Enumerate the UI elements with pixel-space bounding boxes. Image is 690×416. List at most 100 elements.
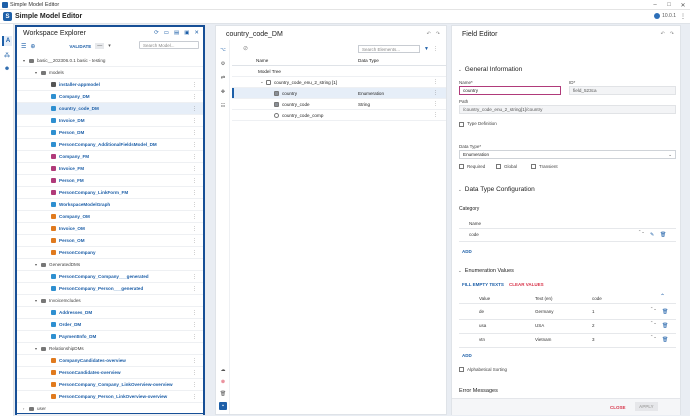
- id-input[interactable]: field_523ca: [569, 86, 676, 95]
- enum-value[interactable]: usa: [479, 323, 486, 328]
- tree-item[interactable]: ▾ RelationshipDMs: [17, 343, 203, 355]
- item-menu-icon[interactable]: ⋮: [192, 274, 197, 280]
- type-definition-checkbox[interactable]: [459, 122, 464, 127]
- maximize-icon[interactable]: □: [662, 0, 676, 10]
- forward-icon[interactable]: ↷: [436, 31, 440, 37]
- model-tree-row[interactable]: ⌄ country_code_enu_2_string [1] ⋮: [232, 77, 446, 88]
- tree-item[interactable]: PersonCompany_Company___generated ⋮: [17, 271, 203, 283]
- hierarchy-rail-button[interactable]: ⁂: [2, 50, 12, 60]
- people-rail-button[interactable]: ☻: [2, 64, 12, 74]
- row-menu-icon[interactable]: ⋮: [433, 90, 438, 96]
- enum-text[interactable]: USA: [535, 323, 544, 328]
- tree-item[interactable]: Invoice_OM ⋮: [17, 223, 203, 235]
- tree-item[interactable]: CompanyCandidates-overview ⋮: [17, 355, 203, 367]
- item-menu-icon[interactable]: ⋮: [192, 226, 197, 232]
- delete-icon[interactable]: 🗑: [662, 323, 668, 329]
- item-menu-icon[interactable]: ⋮: [192, 154, 197, 160]
- chevron-down-icon[interactable]: ▾: [35, 346, 37, 351]
- item-menu-icon[interactable]: ⋮: [192, 178, 197, 184]
- relations-icon[interactable]: ⇄: [219, 74, 227, 82]
- back-icon[interactable]: ↶: [661, 31, 665, 37]
- item-menu-icon[interactable]: ⋮: [192, 310, 197, 316]
- fill-empty-texts-button[interactable]: FILL EMPTY TEXTS: [462, 282, 504, 287]
- enum-text[interactable]: Germany: [535, 309, 554, 314]
- item-menu-icon[interactable]: ⋮: [192, 190, 197, 196]
- item-menu-icon[interactable]: ⋮: [192, 358, 197, 364]
- collapse-panel-icon[interactable]: ▣: [184, 30, 189, 36]
- cloud-icon[interactable]: ☁: [219, 366, 227, 374]
- item-menu-icon[interactable]: ⋮: [192, 250, 197, 256]
- element-menu-icon[interactable]: ⋮: [433, 46, 438, 52]
- tree-item[interactable]: ▾ InvoiceIncludes: [17, 295, 203, 307]
- item-menu-icon[interactable]: ⋮: [192, 214, 197, 220]
- tree-item[interactable]: PersonCompany_Company_LinkOverview-overv…: [17, 379, 203, 391]
- tree-item[interactable]: Invoice_FM ⋮: [17, 163, 203, 175]
- element-filter-icon[interactable]: ▼: [424, 46, 429, 52]
- save-icon[interactable]: ▪: [219, 402, 227, 410]
- list-menu-icon[interactable]: ☰: [21, 43, 26, 50]
- close-button[interactable]: CLOSE: [610, 405, 626, 410]
- element-search-input[interactable]: Search Elements...: [358, 45, 420, 53]
- item-menu-icon[interactable]: ⋮: [192, 130, 197, 136]
- tree-item[interactable]: Person_OM ⋮: [17, 235, 203, 247]
- chevron-down-icon[interactable]: ▾: [35, 298, 37, 303]
- tree-item[interactable]: country_code_DM ⋮: [17, 103, 203, 115]
- tree-item[interactable]: PersonCompany_AdditionalFieldsModel_DM ⋮: [17, 139, 203, 151]
- tree-item[interactable]: Person_DM ⋮: [17, 127, 203, 139]
- row-menu-icon[interactable]: ⋮: [433, 112, 438, 118]
- item-menu-icon[interactable]: ⋮: [192, 142, 197, 148]
- dtc-section-header[interactable]: ⌄ Data Type Configuration: [458, 186, 535, 193]
- stepper-icon[interactable]: ⌃⌄: [650, 307, 657, 311]
- forward-icon[interactable]: ↷: [670, 31, 674, 37]
- tree-item[interactable]: PaymentInfo_DM ⋮: [17, 331, 203, 343]
- explorer-rail-button[interactable]: A: [2, 36, 12, 46]
- item-menu-icon[interactable]: ⋮: [192, 286, 197, 292]
- add-category-button[interactable]: ADD: [462, 249, 472, 254]
- transient-checkbox[interactable]: [531, 164, 536, 169]
- settings-icon[interactable]: ⚙: [219, 60, 227, 68]
- tree-item[interactable]: › user: [17, 403, 203, 415]
- row-menu-icon[interactable]: ⋮: [433, 101, 438, 107]
- explorer-search-input[interactable]: Search Model...: [139, 41, 199, 49]
- tree-item[interactable]: Invoice_DM ⋮: [17, 115, 203, 127]
- enum-value[interactable]: de: [479, 309, 484, 314]
- item-menu-icon[interactable]: ⋮: [192, 82, 197, 88]
- tree-item[interactable]: PersonCompany ⋮: [17, 247, 203, 259]
- enum-code[interactable]: 3: [592, 337, 595, 342]
- close-window-icon[interactable]: ✕: [676, 0, 690, 10]
- edit-icon[interactable]: ✎: [650, 232, 654, 238]
- open-icon[interactable]: ▤: [174, 30, 179, 36]
- app-menu-icon[interactable]: ⋮: [680, 13, 686, 20]
- tree-item[interactable]: PersonCompany_LinkForm_FM ⋮: [17, 187, 203, 199]
- enum-code[interactable]: 2: [592, 323, 595, 328]
- chevron-down-icon[interactable]: ⌄: [260, 79, 264, 85]
- model-tree-row[interactable]: country_code String ⋮: [232, 99, 446, 110]
- close-panel-icon[interactable]: ✕: [194, 30, 199, 36]
- item-menu-icon[interactable]: ⋮: [192, 202, 197, 208]
- tree-item[interactable]: PersonCompany_Person___generated ⋮: [17, 283, 203, 295]
- tree-item[interactable]: PersonCompany_Person_LinkOverview-overvi…: [17, 391, 203, 403]
- item-menu-icon[interactable]: ⋮: [192, 370, 197, 376]
- model-tree-row[interactable]: country Enumeration ⋮: [232, 88, 446, 99]
- row-menu-icon[interactable]: ⋮: [433, 79, 438, 85]
- tree-item[interactable]: Person_FM ⋮: [17, 175, 203, 187]
- item-menu-icon[interactable]: ⋮: [192, 238, 197, 244]
- item-menu-icon[interactable]: ⋮: [192, 166, 197, 172]
- chevron-down-icon[interactable]: ▾: [23, 58, 25, 63]
- item-menu-icon[interactable]: ⋮: [192, 394, 197, 400]
- filter-icon[interactable]: —: [95, 43, 105, 49]
- add-circle-icon[interactable]: ⊕: [30, 43, 35, 50]
- chevron-down-icon[interactable]: ▾: [35, 262, 37, 267]
- version-badge[interactable]: 10.0.1: [654, 13, 676, 19]
- trash-icon[interactable]: 🗑: [219, 390, 227, 398]
- model-tree-row[interactable]: country_code_comp ⋮: [232, 110, 446, 121]
- validate-button[interactable]: VALIDATE: [69, 44, 91, 49]
- stepper-icon[interactable]: ⌃⌄: [638, 230, 645, 234]
- model-tree-row[interactable]: Model Tree: [232, 66, 446, 77]
- minimize-icon[interactable]: –: [648, 0, 662, 10]
- item-menu-icon[interactable]: ⋮: [192, 334, 197, 340]
- chevron-down-icon[interactable]: ▾: [35, 70, 37, 75]
- item-menu-icon[interactable]: ⋮: [192, 118, 197, 124]
- new-folder-icon[interactable]: ▭: [164, 30, 169, 36]
- delete-icon[interactable]: 🗑: [660, 232, 666, 238]
